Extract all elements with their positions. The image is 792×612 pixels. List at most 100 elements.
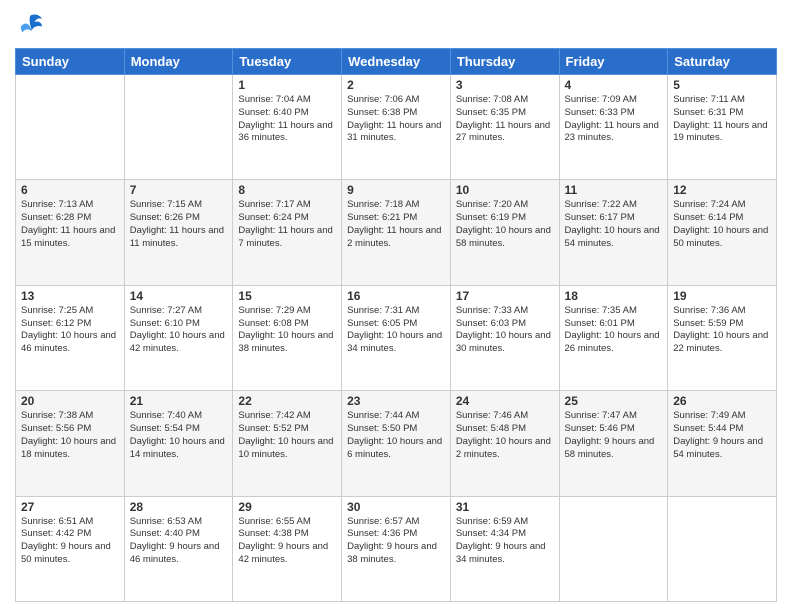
day-info: Sunrise: 7:46 AM Sunset: 5:48 PM Dayligh… [456,410,554,461]
day-number: 18 [565,289,663,303]
day-number: 15 [238,289,336,303]
day-number: 2 [347,78,445,92]
calendar-header-row: SundayMondayTuesdayWednesdayThursdayFrid… [16,49,777,75]
calendar-week-5: 27 Sunrise: 6:51 AM Sunset: 4:42 PM Dayli… [16,496,777,601]
day-number: 14 [130,289,228,303]
calendar-cell: 16 Sunrise: 7:31 AM Sunset: 6:05 PM Dayli… [342,285,451,390]
day-info: Sunrise: 7:27 AM Sunset: 6:10 PM Dayligh… [130,305,228,356]
calendar-cell: 4 Sunrise: 7:09 AM Sunset: 6:33 PM Daylig… [559,75,668,180]
day-info: Sunrise: 7:20 AM Sunset: 6:19 PM Dayligh… [456,199,554,250]
day-number: 17 [456,289,554,303]
day-number: 5 [673,78,771,92]
day-number: 7 [130,183,228,197]
day-number: 11 [565,183,663,197]
day-number: 26 [673,394,771,408]
day-info: Sunrise: 6:55 AM Sunset: 4:38 PM Dayligh… [238,516,336,567]
calendar-cell: 18 Sunrise: 7:35 AM Sunset: 6:01 PM Dayli… [559,285,668,390]
day-number: 22 [238,394,336,408]
calendar-cell: 24Sunrise: 7:46 AM Sunset: 5:48 PM Dayli… [450,391,559,496]
calendar-cell: 27 Sunrise: 6:51 AM Sunset: 4:42 PM Dayli… [16,496,125,601]
calendar-cell: 25 Sunrise: 7:47 AM Sunset: 5:46 PM Dayli… [559,391,668,496]
day-info: Sunrise: 7:09 AM Sunset: 6:33 PM Dayligh… [565,94,663,145]
day-info: Sunrise: 6:53 AM Sunset: 4:40 PM Dayligh… [130,516,228,567]
calendar-cell: 1 Sunrise: 7:04 AM Sunset: 6:40 PM Daylig… [233,75,342,180]
day-info: Sunrise: 7:24 AM Sunset: 6:14 PM Dayligh… [673,199,771,250]
day-info: Sunrise: 7:08 AM Sunset: 6:35 PM Dayligh… [456,94,554,145]
calendar-cell [559,496,668,601]
logo [15,10,49,40]
calendar-cell: 11Sunrise: 7:22 AM Sunset: 6:17 PM Dayli… [559,180,668,285]
day-info: Sunrise: 7:13 AM Sunset: 6:28 PM Dayligh… [21,199,119,250]
day-number: 4 [565,78,663,92]
day-info: Sunrise: 7:31 AM Sunset: 6:05 PM Dayligh… [347,305,445,356]
day-info: Sunrise: 6:59 AM Sunset: 4:34 PM Dayligh… [456,516,554,567]
day-number: 6 [21,183,119,197]
day-number: 1 [238,78,336,92]
calendar-cell: 20 Sunrise: 7:38 AM Sunset: 5:56 PM Dayli… [16,391,125,496]
calendar-cell: 30 Sunrise: 6:57 AM Sunset: 4:36 PM Dayli… [342,496,451,601]
day-info: Sunrise: 7:44 AM Sunset: 5:50 PM Dayligh… [347,410,445,461]
day-info: Sunrise: 7:40 AM Sunset: 5:54 PM Dayligh… [130,410,228,461]
calendar-week-4: 20 Sunrise: 7:38 AM Sunset: 5:56 PM Dayli… [16,391,777,496]
day-number: 21 [130,394,228,408]
day-info: Sunrise: 6:57 AM Sunset: 4:36 PM Dayligh… [347,516,445,567]
logo-icon [15,10,45,40]
calendar-cell [16,75,125,180]
calendar-cell: 7 Sunrise: 7:15 AM Sunset: 6:26 PM Daylig… [124,180,233,285]
day-number: 16 [347,289,445,303]
calendar-cell: 19 Sunrise: 7:36 AM Sunset: 5:59 PM Dayli… [668,285,777,390]
calendar-header-thursday: Thursday [450,49,559,75]
calendar-cell: 6 Sunrise: 7:13 AM Sunset: 6:28 PM Daylig… [16,180,125,285]
day-info: Sunrise: 7:17 AM Sunset: 6:24 PM Dayligh… [238,199,336,250]
day-number: 29 [238,500,336,514]
day-number: 28 [130,500,228,514]
day-number: 19 [673,289,771,303]
calendar-week-1: 1 Sunrise: 7:04 AM Sunset: 6:40 PM Daylig… [16,75,777,180]
day-number: 31 [456,500,554,514]
day-info: Sunrise: 7:29 AM Sunset: 6:08 PM Dayligh… [238,305,336,356]
day-number: 3 [456,78,554,92]
day-number: 23 [347,394,445,408]
calendar-cell: 14 Sunrise: 7:27 AM Sunset: 6:10 PM Dayli… [124,285,233,390]
calendar-cell: 22 Sunrise: 7:42 AM Sunset: 5:52 PM Dayli… [233,391,342,496]
calendar-cell: 31 Sunrise: 6:59 AM Sunset: 4:34 PM Dayli… [450,496,559,601]
calendar-header-friday: Friday [559,49,668,75]
day-info: Sunrise: 6:51 AM Sunset: 4:42 PM Dayligh… [21,516,119,567]
day-info: Sunrise: 7:38 AM Sunset: 5:56 PM Dayligh… [21,410,119,461]
calendar-cell: 26 Sunrise: 7:49 AM Sunset: 5:44 PM Dayli… [668,391,777,496]
calendar-cell [124,75,233,180]
calendar-week-3: 13 Sunrise: 7:25 AM Sunset: 6:12 PM Dayli… [16,285,777,390]
calendar-cell: 28 Sunrise: 6:53 AM Sunset: 4:40 PM Dayli… [124,496,233,601]
calendar-cell: 12Sunrise: 7:24 AM Sunset: 6:14 PM Dayli… [668,180,777,285]
day-number: 10 [456,183,554,197]
calendar-cell [668,496,777,601]
day-info: Sunrise: 7:25 AM Sunset: 6:12 PM Dayligh… [21,305,119,356]
day-info: Sunrise: 7:04 AM Sunset: 6:40 PM Dayligh… [238,94,336,145]
calendar-cell: 2 Sunrise: 7:06 AM Sunset: 6:38 PM Daylig… [342,75,451,180]
calendar-cell: 17Sunrise: 7:33 AM Sunset: 6:03 PM Dayli… [450,285,559,390]
calendar-cell: 8Sunrise: 7:17 AM Sunset: 6:24 PM Daylig… [233,180,342,285]
day-info: Sunrise: 7:15 AM Sunset: 6:26 PM Dayligh… [130,199,228,250]
day-info: Sunrise: 7:18 AM Sunset: 6:21 PM Dayligh… [347,199,445,250]
calendar-cell: 9 Sunrise: 7:18 AM Sunset: 6:21 PM Daylig… [342,180,451,285]
day-number: 20 [21,394,119,408]
calendar-cell: 23 Sunrise: 7:44 AM Sunset: 5:50 PM Dayli… [342,391,451,496]
day-info: Sunrise: 7:49 AM Sunset: 5:44 PM Dayligh… [673,410,771,461]
header [15,10,777,40]
calendar-cell: 3 Sunrise: 7:08 AM Sunset: 6:35 PM Daylig… [450,75,559,180]
day-number: 27 [21,500,119,514]
calendar-cell: 5 Sunrise: 7:11 AM Sunset: 6:31 PM Daylig… [668,75,777,180]
day-number: 25 [565,394,663,408]
calendar-header-tuesday: Tuesday [233,49,342,75]
day-info: Sunrise: 7:11 AM Sunset: 6:31 PM Dayligh… [673,94,771,145]
day-info: Sunrise: 7:36 AM Sunset: 5:59 PM Dayligh… [673,305,771,356]
day-info: Sunrise: 7:42 AM Sunset: 5:52 PM Dayligh… [238,410,336,461]
calendar-cell: 15 Sunrise: 7:29 AM Sunset: 6:08 PM Dayli… [233,285,342,390]
day-info: Sunrise: 7:06 AM Sunset: 6:38 PM Dayligh… [347,94,445,145]
day-number: 30 [347,500,445,514]
day-info: Sunrise: 7:35 AM Sunset: 6:01 PM Dayligh… [565,305,663,356]
calendar-cell: 10 Sunrise: 7:20 AM Sunset: 6:19 PM Dayli… [450,180,559,285]
day-number: 9 [347,183,445,197]
day-number: 13 [21,289,119,303]
day-info: Sunrise: 7:47 AM Sunset: 5:46 PM Dayligh… [565,410,663,461]
